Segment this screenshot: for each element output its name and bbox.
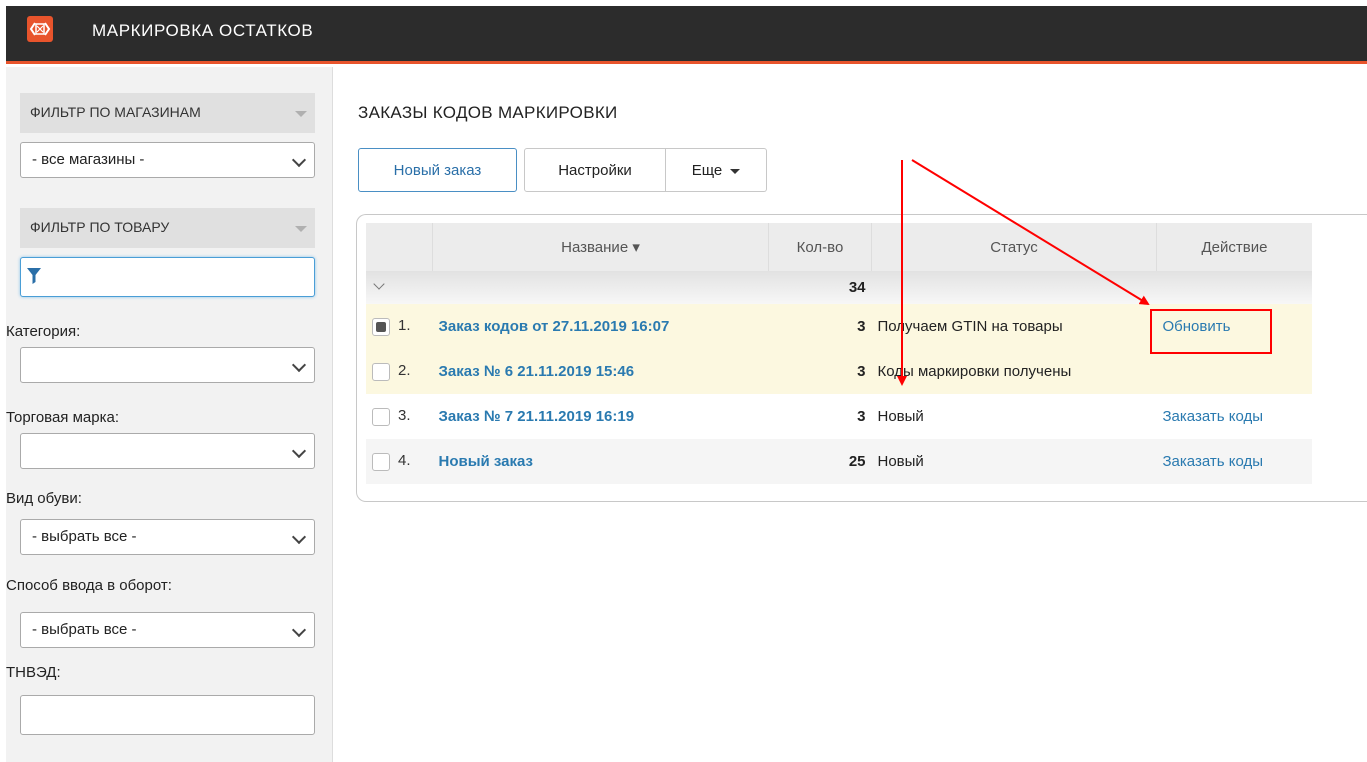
arrow-to-refresh — [911, 159, 1150, 306]
annotation-arrows — [897, 159, 1150, 386]
